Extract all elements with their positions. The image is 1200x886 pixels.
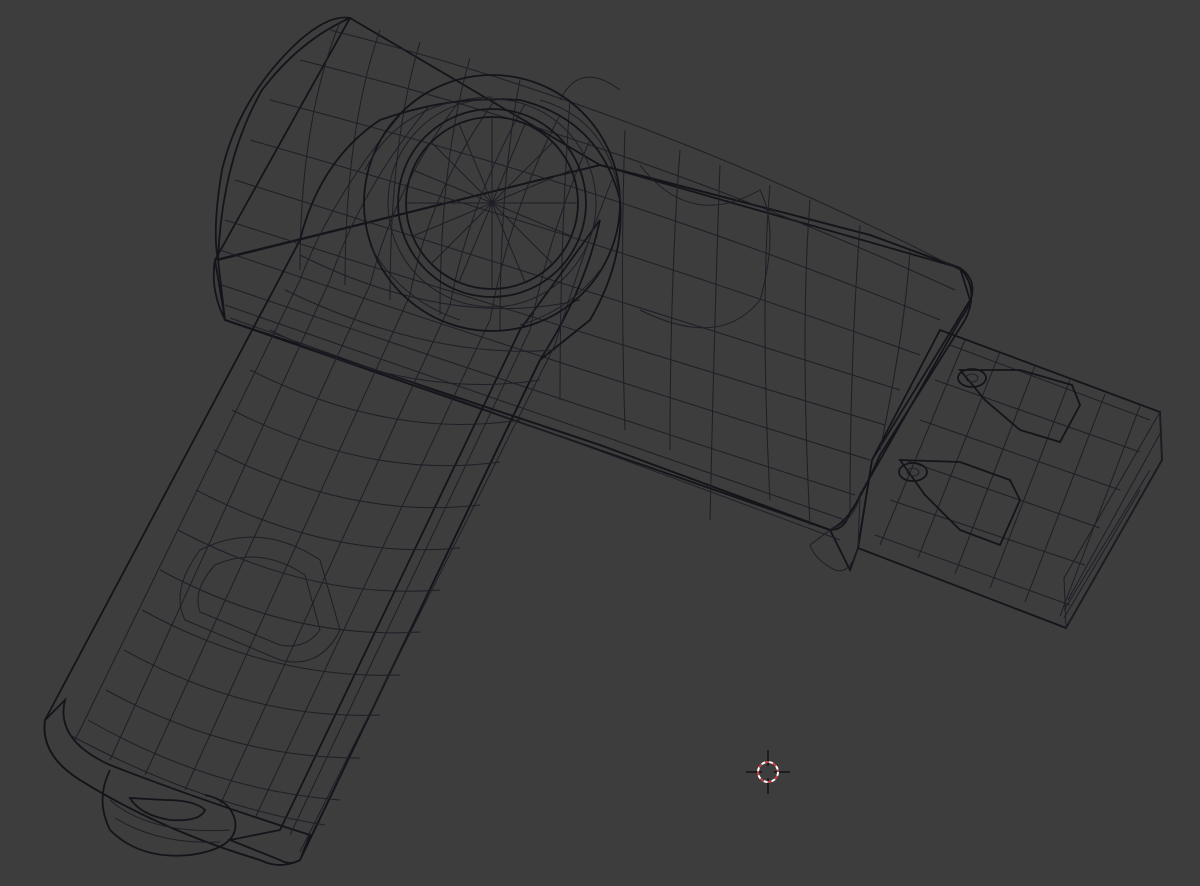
swivel-cover[interactable] bbox=[43, 74, 622, 866]
3d-cursor-icon[interactable] bbox=[746, 750, 790, 794]
connector-slot-upper bbox=[957, 368, 1081, 444]
usb-connector[interactable] bbox=[856, 328, 1163, 630]
connector-slot-lower bbox=[898, 459, 1021, 547]
3d-viewport[interactable] bbox=[0, 0, 1200, 886]
lanyard-loop[interactable] bbox=[101, 769, 237, 857]
drive-body[interactable] bbox=[212, 16, 974, 573]
scene-canvas[interactable] bbox=[0, 0, 1200, 886]
